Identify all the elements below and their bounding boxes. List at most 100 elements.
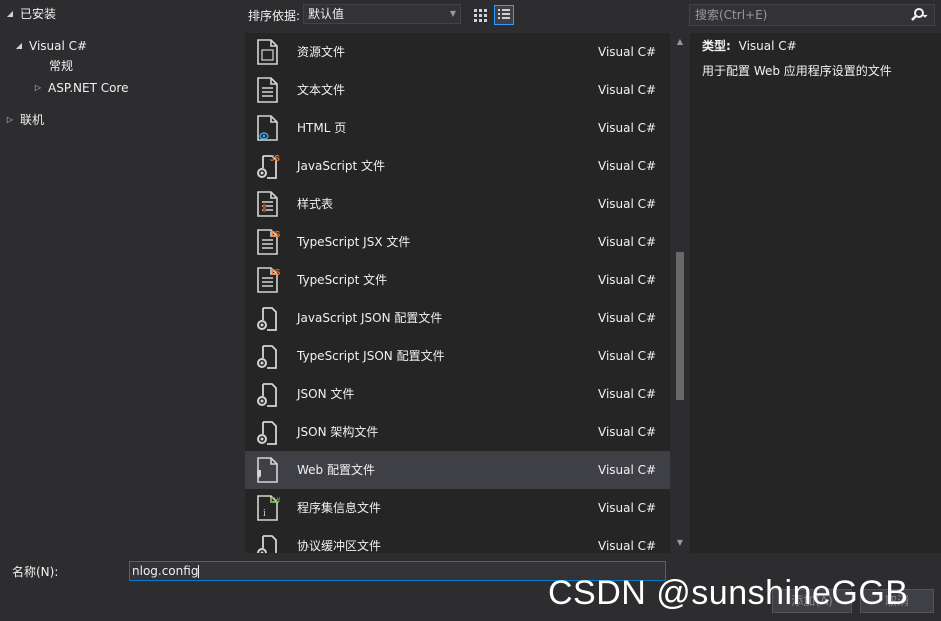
svg-text:TS: TS bbox=[270, 230, 281, 239]
tree-node-online[interactable]: ▷ 联机 bbox=[4, 109, 44, 131]
tree-node-general[interactable]: 常规 bbox=[49, 55, 73, 77]
template-item-language: Visual C# bbox=[598, 501, 657, 515]
svg-text:i: i bbox=[263, 508, 266, 519]
template-item-language: Visual C# bbox=[598, 45, 657, 59]
template-item[interactable]: JSON 文件 Visual C# bbox=[245, 375, 670, 413]
name-value: nlog.config bbox=[132, 564, 199, 578]
svg-text:TS: TS bbox=[270, 268, 281, 277]
template-item-name: 程序集信息文件 bbox=[297, 501, 382, 515]
template-tree: ◢ 已安装 ◢ Visual C# 常规 ▷ ASP.NET Core ▷ 联机 bbox=[0, 0, 244, 553]
template-item[interactable]: JSON 架构文件 Visual C# bbox=[245, 413, 670, 451]
tree-node-installed[interactable]: ◢ 已安装 bbox=[4, 3, 56, 25]
template-item-language: Visual C# bbox=[598, 539, 657, 553]
collapse-triangle-icon[interactable]: ◢ bbox=[4, 3, 16, 25]
collapse-triangle-icon[interactable]: ◢ bbox=[13, 35, 25, 57]
scroll-up-icon[interactable]: ▲ bbox=[672, 37, 688, 46]
html-page-icon bbox=[257, 115, 278, 141]
template-item-language: Visual C# bbox=[598, 235, 657, 249]
type-value: Visual C# bbox=[738, 39, 797, 53]
typescript-jsx-file-icon: TS bbox=[257, 229, 281, 255]
template-item[interactable]: TS TypeScript 文件 Visual C# bbox=[245, 261, 670, 299]
template-item-language: Visual C# bbox=[598, 349, 657, 363]
json-schema-icon bbox=[257, 421, 277, 445]
sort-label: 排序依据: bbox=[248, 9, 301, 23]
template-item-name: HTML 页 bbox=[297, 121, 347, 135]
grid-view-icon bbox=[474, 9, 487, 22]
json-file-icon bbox=[257, 383, 277, 407]
template-item[interactable]: C# i 程序集信息文件 Visual C# bbox=[245, 489, 670, 527]
template-item[interactable]: 文本文件 Visual C# bbox=[245, 71, 670, 109]
template-item-language: Visual C# bbox=[598, 311, 657, 325]
text-caret bbox=[198, 565, 200, 578]
template-item-language: Visual C# bbox=[598, 387, 657, 401]
template-item-language: Visual C# bbox=[598, 83, 657, 97]
expand-triangle-icon[interactable]: ▷ bbox=[32, 77, 44, 99]
template-item-language: Visual C# bbox=[598, 425, 657, 439]
resource-file-icon bbox=[257, 39, 278, 65]
watermark: CSDN @sunshineGGB bbox=[548, 574, 909, 612]
template-item[interactable]: 资源文件 Visual C# bbox=[245, 33, 670, 71]
template-item[interactable]: 样式表 Visual C# bbox=[245, 185, 670, 223]
list-scrollbar[interactable]: ▲ ▼ bbox=[672, 33, 688, 553]
template-item[interactable]: JS JavaScript 文件 Visual C# bbox=[245, 147, 670, 185]
scroll-thumb[interactable] bbox=[676, 252, 684, 400]
template-item[interactable]: TypeScript JSON 配置文件 Visual C# bbox=[245, 337, 670, 375]
tree-label-visual-csharp: Visual C# bbox=[29, 39, 88, 53]
type-description: 用于配置 Web 应用程序设置的文件 bbox=[702, 64, 892, 78]
json-config-icon bbox=[257, 345, 277, 369]
json-config-icon bbox=[257, 307, 277, 331]
medium-icons-view-button[interactable] bbox=[470, 5, 490, 25]
scroll-down-icon[interactable]: ▼ bbox=[672, 538, 688, 547]
name-label: 名称(N): bbox=[12, 565, 59, 579]
details-view-button[interactable] bbox=[494, 5, 514, 25]
dropdown-arrow-icon: ▼ bbox=[449, 9, 456, 18]
stylesheet-icon bbox=[257, 191, 278, 217]
search-placeholder: 搜索(Ctrl+E) bbox=[695, 8, 768, 22]
template-item[interactable]: HTML 页 Visual C# bbox=[245, 109, 670, 147]
template-item-name: JSON 文件 bbox=[297, 387, 355, 401]
template-item[interactable]: JavaScript JSON 配置文件 Visual C# bbox=[245, 299, 670, 337]
javascript-file-icon: JS bbox=[257, 154, 280, 179]
details-pane: 类型: Visual C# 用于配置 Web 应用程序设置的文件 bbox=[690, 33, 941, 553]
template-item-language: Visual C# bbox=[598, 121, 657, 135]
template-item[interactable]: 协议缓冲区文件 Visual C# bbox=[245, 527, 670, 553]
template-item-name: TypeScript JSX 文件 bbox=[297, 235, 411, 249]
web-config-icon bbox=[257, 457, 278, 483]
template-item-name: 协议缓冲区文件 bbox=[297, 539, 382, 553]
type-row: 类型: Visual C# bbox=[702, 38, 797, 54]
type-label: 类型: bbox=[702, 39, 731, 53]
template-item-name: TypeScript JSON 配置文件 bbox=[297, 349, 445, 363]
template-item-language: Visual C# bbox=[598, 463, 657, 477]
search-input[interactable]: 搜索(Ctrl+E) bbox=[689, 4, 935, 26]
tree-label-aspnet-core: ASP.NET Core bbox=[48, 81, 129, 95]
tree-node-visual-csharp[interactable]: ◢ Visual C# bbox=[13, 35, 87, 57]
template-item-name: TypeScript 文件 bbox=[297, 273, 388, 287]
list-view-icon bbox=[498, 9, 510, 19]
svg-text:C#: C# bbox=[270, 496, 281, 505]
template-item-name: 文本文件 bbox=[297, 83, 346, 97]
text-file-icon bbox=[257, 77, 278, 103]
tree-label-installed: 已安装 bbox=[20, 7, 57, 21]
template-item-name: 资源文件 bbox=[297, 45, 346, 59]
tree-label-online: 联机 bbox=[20, 113, 45, 127]
protocol-buffer-icon bbox=[257, 535, 277, 553]
template-item-name: JavaScript JSON 配置文件 bbox=[297, 311, 443, 325]
template-item-name: JavaScript 文件 bbox=[297, 159, 385, 173]
typescript-file-icon: TS bbox=[257, 267, 281, 293]
template-item-language: Visual C# bbox=[598, 159, 657, 173]
tree-label-general: 常规 bbox=[49, 59, 74, 73]
template-item-language: Visual C# bbox=[598, 197, 657, 211]
template-item-language: Visual C# bbox=[598, 273, 657, 287]
template-item[interactable]: TS TypeScript JSX 文件 Visual C# bbox=[245, 223, 670, 261]
sort-dropdown[interactable]: 默认值 ▼ bbox=[303, 4, 461, 24]
tree-node-aspnet-core[interactable]: ▷ ASP.NET Core bbox=[32, 77, 129, 99]
template-list[interactable]: 资源文件 Visual C# 文本文件 Visual C# HTML 页 Visual C… bbox=[245, 33, 670, 553]
template-item-name: Web 配置文件 bbox=[297, 463, 375, 477]
template-item-name: JSON 架构文件 bbox=[297, 425, 379, 439]
assembly-info-icon: C# i bbox=[257, 495, 281, 521]
expand-triangle-icon[interactable]: ▷ bbox=[4, 109, 16, 131]
template-item[interactable]: Web 配置文件 Visual C# bbox=[245, 451, 670, 489]
search-icon[interactable] bbox=[910, 7, 928, 29]
template-item-name: 样式表 bbox=[297, 197, 334, 211]
sort-value: 默认值 bbox=[308, 7, 345, 21]
